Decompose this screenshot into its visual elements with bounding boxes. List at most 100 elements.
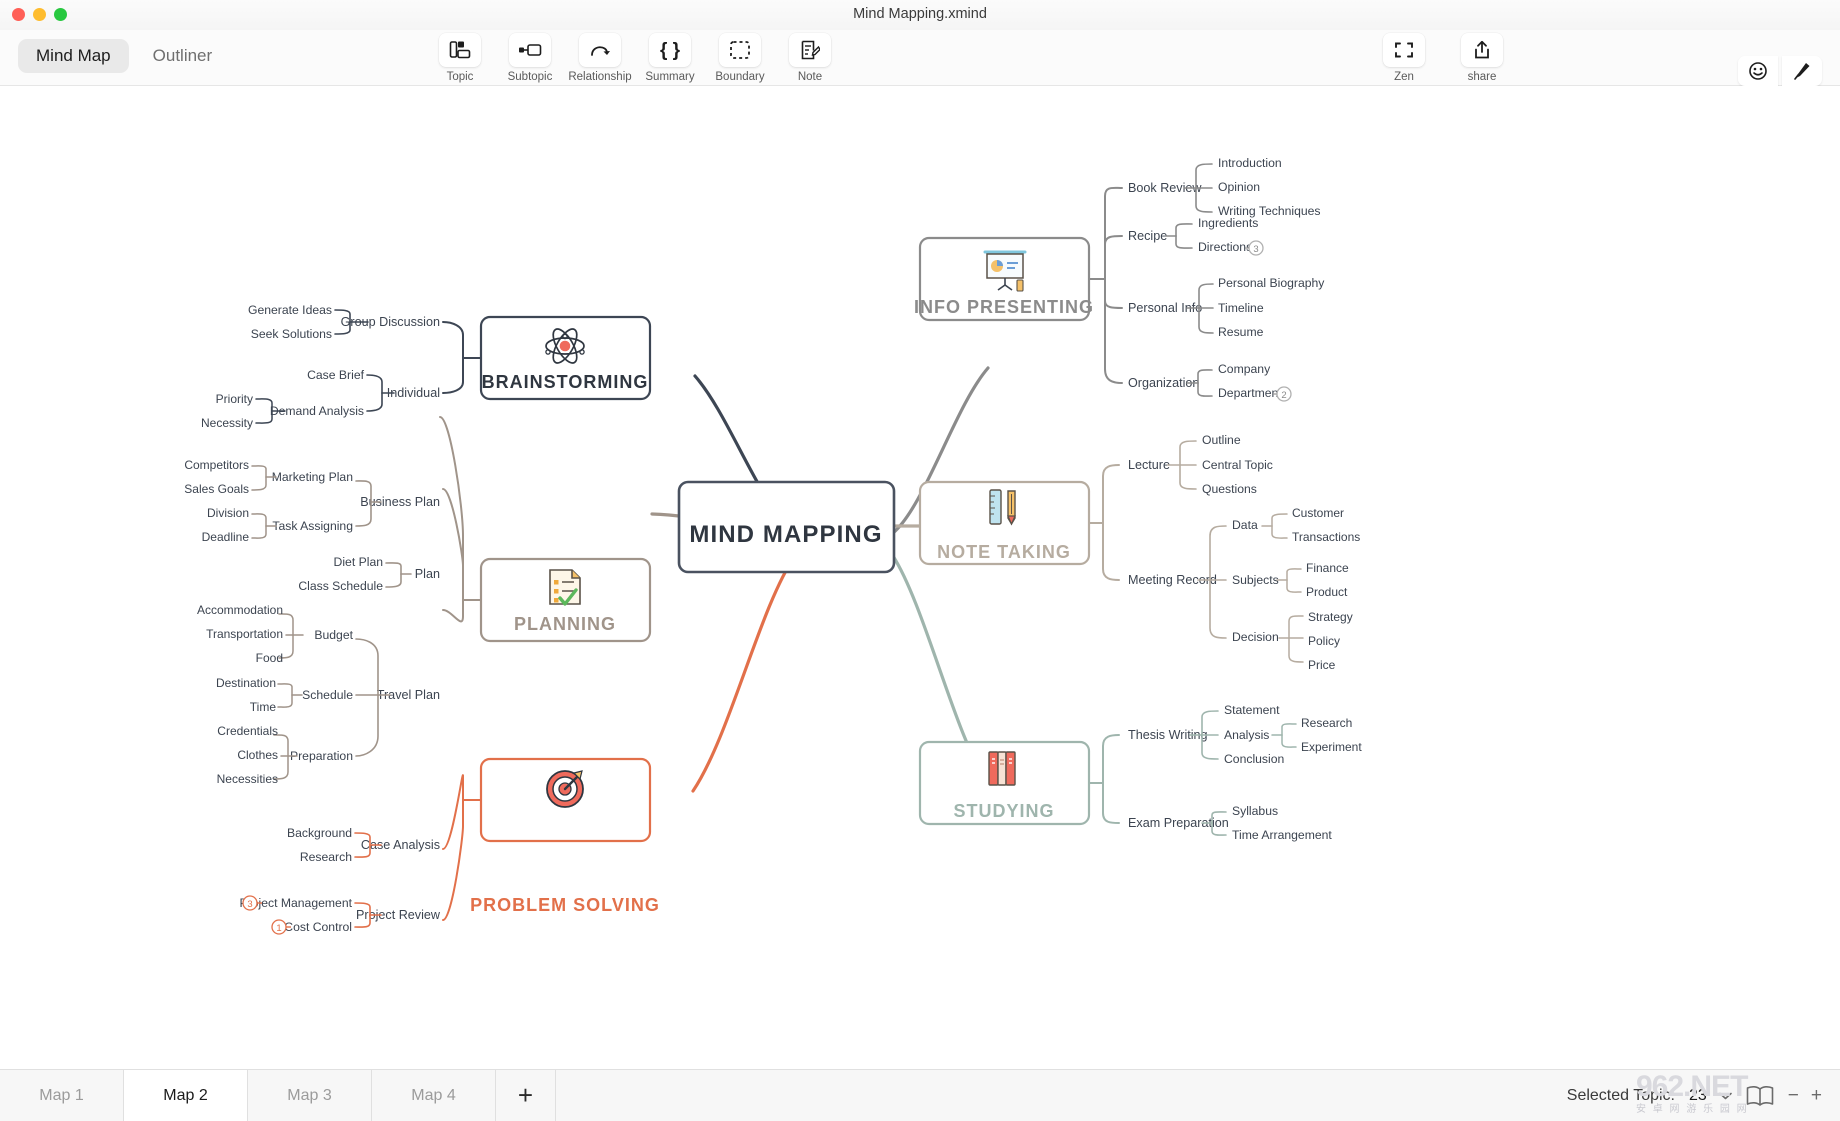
node-customer[interactable]: Customer xyxy=(1292,506,1344,520)
toolbar-topic-button[interactable]: Topic xyxy=(432,33,488,83)
sheet-tab-map-3[interactable]: Map 3 xyxy=(248,1070,372,1121)
node-policy[interactable]: Policy xyxy=(1308,634,1340,648)
node-department[interactable]: Department xyxy=(1218,386,1282,400)
node-seek-solutions[interactable]: Seek Solutions xyxy=(251,327,332,341)
node-preparation[interactable]: Preparation xyxy=(290,749,353,763)
toolbar-zen-label: Zen xyxy=(1394,71,1414,83)
node-opinion[interactable]: Opinion xyxy=(1218,180,1260,194)
share-icon xyxy=(1475,40,1489,59)
node-cost-control[interactable]: Cost Control xyxy=(284,920,352,934)
node-transportation[interactable]: Transportation xyxy=(206,627,283,641)
toolbar-zen-button[interactable]: Zen xyxy=(1376,33,1432,83)
node-project-review[interactable]: Project Review xyxy=(356,908,441,922)
node-class-schedule[interactable]: Class Schedule xyxy=(298,579,383,593)
node-statement[interactable]: Statement xyxy=(1224,703,1280,717)
node-exam-preparation[interactable]: Exam Preparation xyxy=(1128,816,1229,830)
toolbar-boundary-button[interactable]: Boundary xyxy=(712,33,768,83)
toolbar-note-button[interactable]: Note xyxy=(782,33,838,83)
node-time[interactable]: Time xyxy=(250,700,277,714)
selected-topic-count-dropdown[interactable]: 23 xyxy=(1689,1087,1732,1105)
node-sales-goals[interactable]: Sales Goals xyxy=(184,482,249,496)
book-icon[interactable] xyxy=(1746,1085,1774,1107)
node-schedule[interactable]: Schedule xyxy=(302,688,353,702)
node-company[interactable]: Company xyxy=(1218,362,1271,376)
branch-planning[interactable]: PLANNING Business Plan Marketing Plan Ta… xyxy=(184,416,652,786)
node-syllabus[interactable]: Syllabus xyxy=(1232,804,1278,818)
node-accommodation[interactable]: Accommodation xyxy=(197,603,283,617)
node-timeline[interactable]: Timeline xyxy=(1218,301,1264,315)
node-recipe[interactable]: Recipe xyxy=(1128,229,1167,243)
node-plan[interactable]: Plan xyxy=(415,567,440,581)
node-task-assigning[interactable]: Task Assigning xyxy=(272,519,353,533)
branch-problem-solving[interactable]: PROBLEM SOLVING Case Analysis Background… xyxy=(240,757,660,935)
selected-topic-label: Selected Topic: xyxy=(1566,1086,1675,1104)
connector-central-problem-solving xyxy=(691,554,797,793)
branch-info-presenting[interactable]: INFO PRESENTING Book Review Introduction… xyxy=(914,156,1325,402)
node-data[interactable]: Data xyxy=(1232,518,1258,532)
node-personal-biography[interactable]: Personal Biography xyxy=(1218,276,1325,290)
node-resume[interactable]: Resume xyxy=(1218,325,1264,339)
node-subjects[interactable]: Subjects xyxy=(1232,573,1279,587)
node-division[interactable]: Division xyxy=(207,506,249,520)
sheet-tab-map-1[interactable]: Map 1 xyxy=(0,1070,124,1121)
node-transactions[interactable]: Transactions xyxy=(1292,530,1360,544)
node-food[interactable]: Food xyxy=(256,651,283,665)
node-case-brief[interactable]: Case Brief xyxy=(307,368,365,382)
branch-studying[interactable]: STUDYING Thesis Writing Statement Analys… xyxy=(918,703,1362,842)
node-decision[interactable]: Decision xyxy=(1232,630,1279,644)
branch-info-presenting-label: INFO PRESENTING xyxy=(914,297,1094,317)
add-sheet-button[interactable]: + xyxy=(496,1070,556,1121)
node-diet-plan[interactable]: Diet Plan xyxy=(334,555,383,569)
node-necessities[interactable]: Necessities xyxy=(217,772,278,786)
subtopic-icon xyxy=(519,44,542,56)
tab-outliner[interactable]: Outliner xyxy=(135,39,231,73)
node-finance[interactable]: Finance xyxy=(1306,561,1349,575)
branch-note-taking[interactable]: NOTE TAKING Lecture Outline Central Topi… xyxy=(918,433,1360,672)
marker-label-project-management: 3 xyxy=(247,899,252,910)
node-central-topic[interactable]: Central Topic xyxy=(1202,458,1273,472)
node-time-arrangement[interactable]: Time Arrangement xyxy=(1232,828,1332,842)
node-research-ps[interactable]: Research xyxy=(300,850,352,864)
central-topic[interactable]: MIND MAPPING xyxy=(677,480,896,574)
mindmap-svg: .ln{fill:none;stroke-linecap:round;} MIN… xyxy=(184,156,1362,935)
node-necessity[interactable]: Necessity xyxy=(201,416,253,430)
sheet-tab-map-4[interactable]: Map 4 xyxy=(372,1070,496,1121)
node-destination[interactable]: Destination xyxy=(216,676,276,690)
zoom-in-button[interactable]: + xyxy=(1811,1085,1822,1107)
node-marketing-plan[interactable]: Marketing Plan xyxy=(272,470,353,484)
node-priority[interactable]: Priority xyxy=(216,392,253,406)
node-introduction[interactable]: Introduction xyxy=(1218,156,1282,170)
toolbar-summary-button[interactable]: { } Summary xyxy=(642,33,698,83)
node-analysis[interactable]: Analysis xyxy=(1224,728,1269,742)
toolbar-relationship-button[interactable]: Relationship xyxy=(568,33,632,83)
node-research-study[interactable]: Research xyxy=(1301,716,1352,730)
node-background[interactable]: Background xyxy=(287,826,352,840)
node-experiment[interactable]: Experiment xyxy=(1301,740,1362,754)
tab-mind-map[interactable]: Mind Map xyxy=(18,39,129,73)
node-ingredients[interactable]: Ingredients xyxy=(1198,216,1258,230)
toolbar-share-button[interactable]: share xyxy=(1454,33,1510,83)
branch-brainstorming[interactable]: BRAINSTORMING Group Discussion Generate … xyxy=(201,303,652,430)
node-directions[interactable]: Directions xyxy=(1198,240,1252,254)
node-product[interactable]: Product xyxy=(1306,585,1348,599)
view-mode-switch[interactable]: Mind Map Outliner xyxy=(18,39,230,73)
node-competitors[interactable]: Competitors xyxy=(184,458,249,472)
zoom-out-button[interactable]: − xyxy=(1788,1085,1799,1107)
toolbar-view-group: Zen share xyxy=(1376,33,1510,83)
node-conclusion[interactable]: Conclusion xyxy=(1224,752,1284,766)
node-generate-ideas[interactable]: Generate Ideas xyxy=(248,303,332,317)
node-deadline[interactable]: Deadline xyxy=(202,530,250,544)
node-price[interactable]: Price xyxy=(1308,658,1336,672)
node-strategy[interactable]: Strategy xyxy=(1308,610,1353,624)
sheet-tab-map-2[interactable]: Map 2 xyxy=(124,1070,248,1121)
node-questions[interactable]: Questions xyxy=(1202,482,1257,496)
node-clothes[interactable]: Clothes xyxy=(237,748,278,762)
node-outline[interactable]: Outline xyxy=(1202,433,1241,447)
toolbar-summary-label: Summary xyxy=(645,71,695,83)
toolbar-subtopic-button[interactable]: Subtopic xyxy=(502,33,558,83)
node-credentials[interactable]: Credentials xyxy=(217,724,278,738)
mindmap-canvas[interactable]: .ln{fill:none;stroke-linecap:round;} MIN… xyxy=(0,86,1840,1069)
node-lecture[interactable]: Lecture xyxy=(1128,458,1170,472)
marker-label-cost-control: 1 xyxy=(276,923,281,934)
node-budget[interactable]: Budget xyxy=(314,628,353,642)
